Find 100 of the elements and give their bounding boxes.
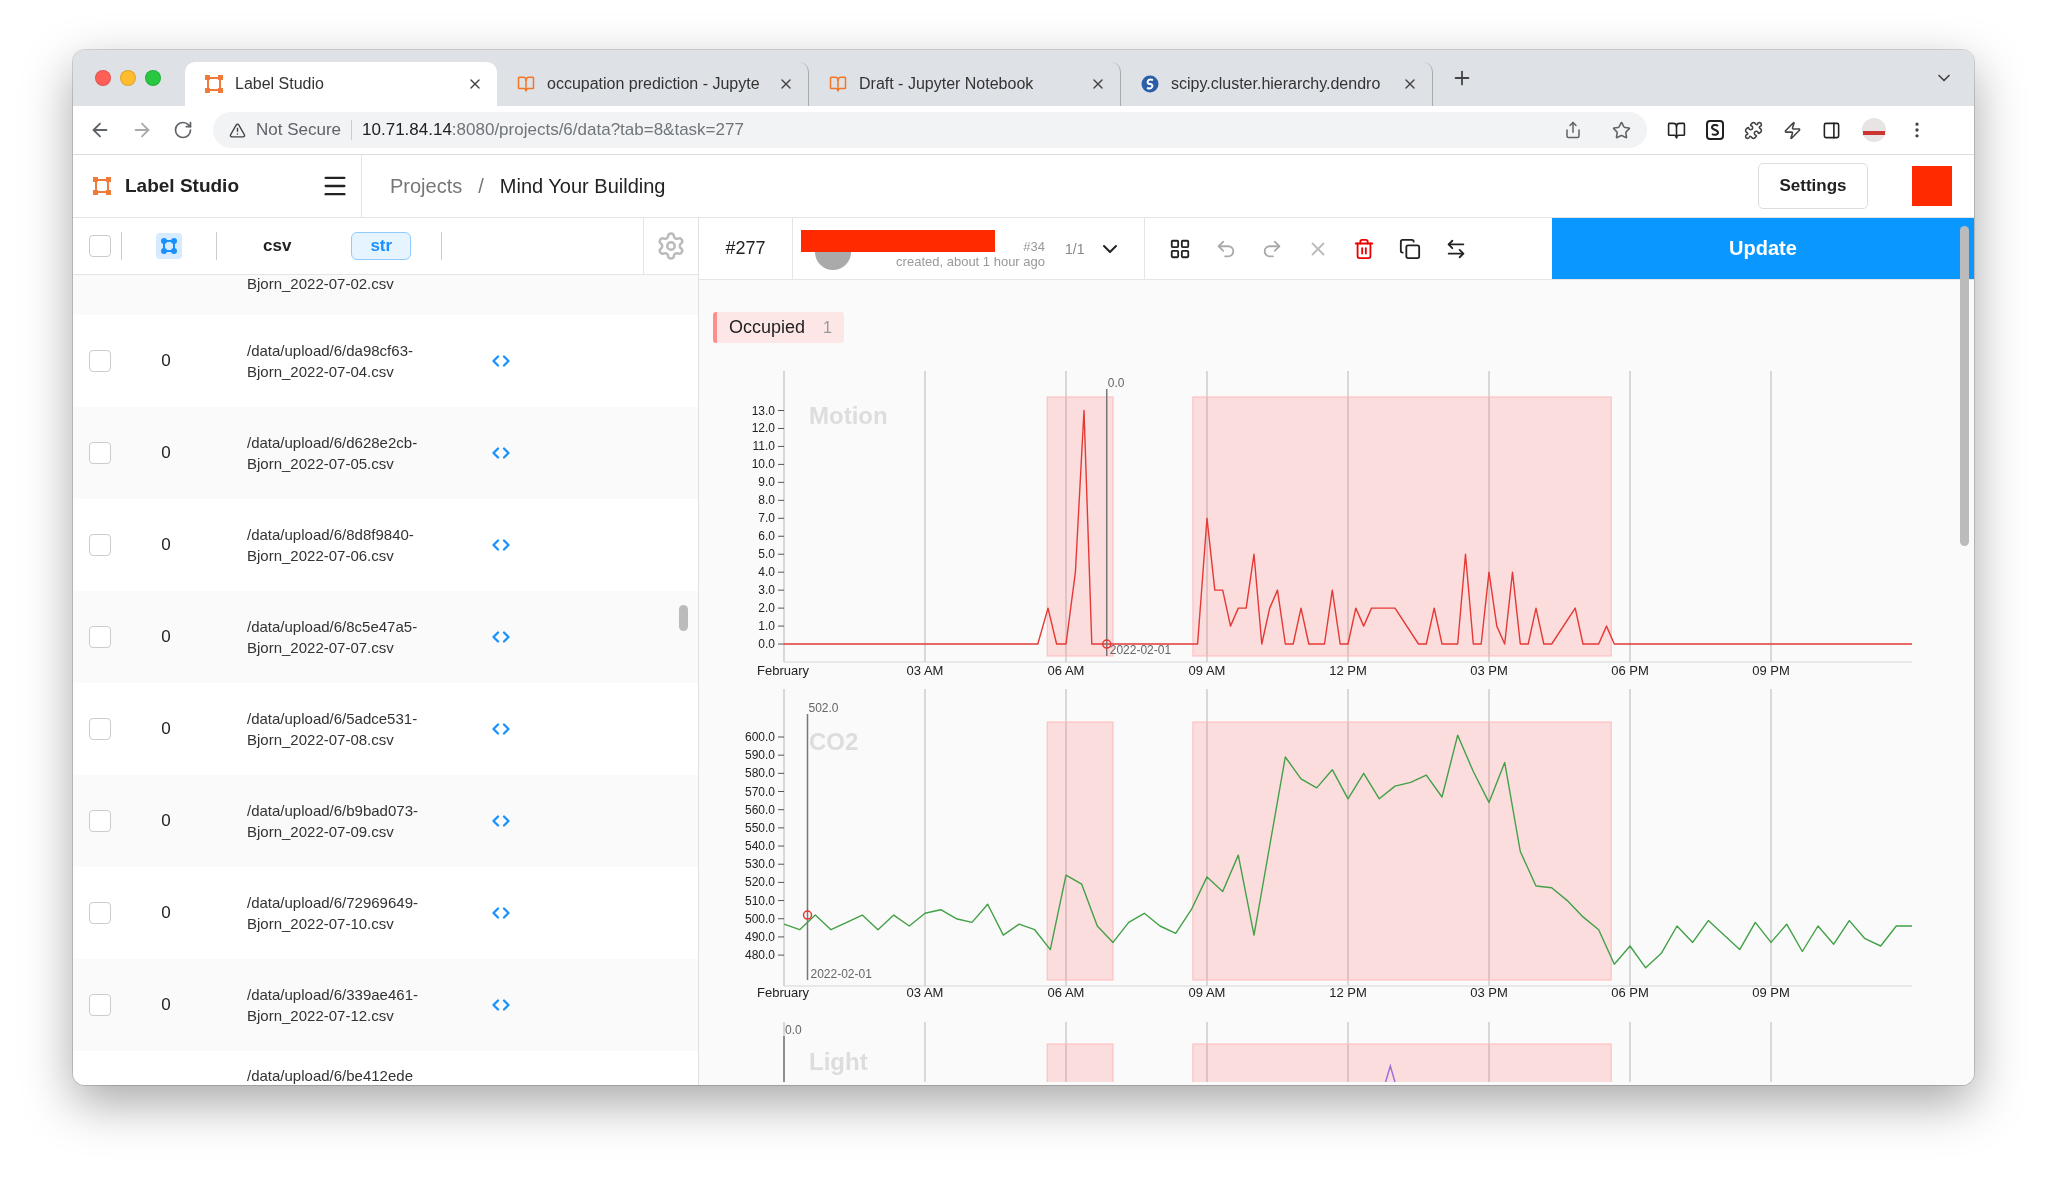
label-tag[interactable]: Occupied 1 (713, 312, 844, 343)
hover-cursor (783, 1035, 785, 1082)
code-icon[interactable] (492, 904, 510, 922)
security-label: Not Secure (256, 120, 342, 140)
row-checkbox[interactable] (89, 718, 111, 740)
axis-tick-label: 500.0 (744, 911, 775, 926)
sidebar-icon[interactable] (1822, 120, 1841, 140)
axis-tick-label: 3.0 (758, 583, 775, 598)
axis-tick-label: 1.0 (758, 619, 775, 634)
puzzle-icon[interactable] (1744, 120, 1763, 140)
file-path: Bjorn_2022-07-02.csv (247, 274, 395, 294)
axis-tick-label: 09 AM (1188, 663, 1226, 678)
copy-icon[interactable] (1399, 237, 1422, 260)
scrollbar-thumb[interactable] (679, 605, 688, 631)
axis-tick-label: 5.0 (758, 547, 775, 562)
code-icon[interactable] (492, 812, 510, 830)
nodes-icon[interactable] (156, 233, 182, 259)
axis-tick-label: February (757, 985, 810, 1000)
axis-tick-label: 03 PM (1470, 663, 1508, 678)
minimize-window-button[interactable] (120, 70, 136, 86)
annotation-count: 0 (160, 719, 172, 739)
file-path: /data/upload/6/da98cf63- Bjorn_2022-07-04.csv (247, 341, 414, 382)
axis-tick-label: 540.0 (744, 839, 775, 854)
profile-avatar-icon[interactable] (1861, 117, 1887, 143)
settings-button[interactable]: Settings (1758, 163, 1868, 209)
file-path: /data/upload/6/be412ede (247, 1066, 414, 1085)
cursor-value: 0.0 (1107, 376, 1125, 390)
column-header[interactable]: csv (263, 236, 292, 256)
browser-tab[interactable]: scipy.cluster.hierarchy.dendro (1121, 62, 1433, 106)
trash-icon[interactable] (1353, 237, 1376, 260)
axis-tick-label: 490.0 (744, 929, 775, 944)
annotation-count: 0 (160, 443, 172, 463)
book-icon (829, 75, 847, 93)
axis-tick-label: 580.0 (744, 766, 775, 781)
file-path: /data/upload/6/b9bad073- Bjorn_2022-07-09.csv (247, 801, 419, 842)
code-icon[interactable] (492, 720, 510, 738)
axis-tick-label: 11.0 (752, 439, 775, 454)
select-all-checkbox[interactable] (89, 235, 111, 257)
code-icon[interactable] (492, 352, 510, 370)
annotation-count: 0 (160, 351, 172, 371)
axis-tick-label: 590.0 (744, 748, 775, 763)
row-checkbox[interactable] (89, 810, 111, 832)
cursor-value: 0.0 (785, 1023, 802, 1037)
code-icon[interactable] (492, 628, 510, 646)
axis-tick-label: 520.0 (744, 875, 775, 890)
axis-tick-label: 550.0 (744, 820, 775, 835)
code-icon[interactable] (492, 536, 510, 554)
redaction-block (1912, 166, 1952, 206)
app-logo-icon (205, 75, 223, 93)
axis-tick-label: 510.0 (744, 893, 775, 908)
hover-point (1102, 639, 1112, 649)
axis-tick-label: 2.0 (758, 601, 775, 616)
file-path: /data/upload/6/5adce531- Bjorn_2022-07-08.csv (247, 709, 419, 750)
axis-tick-label: 530.0 (744, 857, 775, 872)
browser-tab[interactable]: occupation prediction - Jupyte (497, 62, 809, 106)
axis-tick-label: 6.0 (758, 529, 775, 544)
pager-text: 1/1 (1065, 240, 1085, 257)
warning-icon (229, 121, 246, 139)
row-checkbox[interactable] (89, 902, 111, 924)
row-checkbox[interactable] (89, 994, 111, 1016)
row-checkbox[interactable] (89, 534, 111, 556)
axis-tick-label: 10.0 (751, 457, 775, 472)
row-checkbox[interactable] (89, 626, 111, 648)
app-brand[interactable]: Label Studio (125, 175, 321, 197)
settings-icon[interactable] (656, 231, 686, 261)
lightning-extension-icon[interactable] (1783, 120, 1802, 140)
axis-tick-label: 12 PM (1329, 663, 1367, 678)
scrollbar-thumb[interactable] (1960, 226, 1969, 546)
cursor-date: 2022-02-01 (1109, 643, 1172, 657)
browser-tab[interactable]: Draft - Jupyter Notebook (809, 62, 1121, 106)
code-icon[interactable] (492, 996, 510, 1014)
browser-tab[interactable]: Label Studio (185, 62, 497, 106)
axis-tick-label: 06 AM (1047, 663, 1085, 678)
axis-tick-label: 4.0 (758, 565, 775, 580)
breadcrumb-separator: / (478, 174, 484, 198)
axis-tick-label: 13.0 (751, 403, 775, 418)
axis-tick-label: 06 PM (1611, 663, 1649, 678)
logo-icon (1141, 75, 1159, 93)
row-checkbox[interactable] (89, 442, 111, 464)
star-icon[interactable] (1612, 120, 1631, 140)
notebook-extension-icon[interactable] (1667, 120, 1686, 140)
axis-tick-label: 560.0 (744, 802, 775, 817)
address-bar[interactable]: Not Secure 10.71.84.14:8080/projects/6/data?tab=8&task=277 (213, 112, 1647, 148)
annotation-count: 0 (160, 995, 172, 1015)
grid-icon[interactable] (1169, 237, 1192, 260)
url-text: 10.71.84.14:8080/projects/6/data?tab=8&task=277 (362, 120, 744, 140)
breadcrumb-link[interactable]: Projects (390, 174, 463, 198)
axis-tick-label: 0.0 (758, 637, 775, 652)
file-path: /data/upload/6/72969649- Bjorn_2022-07-10.csv (247, 893, 419, 934)
occupied-regions[interactable] (1046, 396, 1612, 657)
axis-tick-label: 03 PM (1470, 985, 1508, 1000)
row-checkbox[interactable] (89, 350, 111, 372)
occupied-regions[interactable] (1046, 721, 1612, 981)
annotation-count: 0 (160, 811, 172, 831)
task-id: #277 (699, 218, 793, 279)
share-icon[interactable] (1564, 121, 1582, 139)
zoom-window-button[interactable] (145, 70, 161, 86)
code-icon[interactable] (492, 444, 510, 462)
reload-icon[interactable] (173, 120, 193, 140)
close-window-button[interactable] (95, 70, 111, 86)
